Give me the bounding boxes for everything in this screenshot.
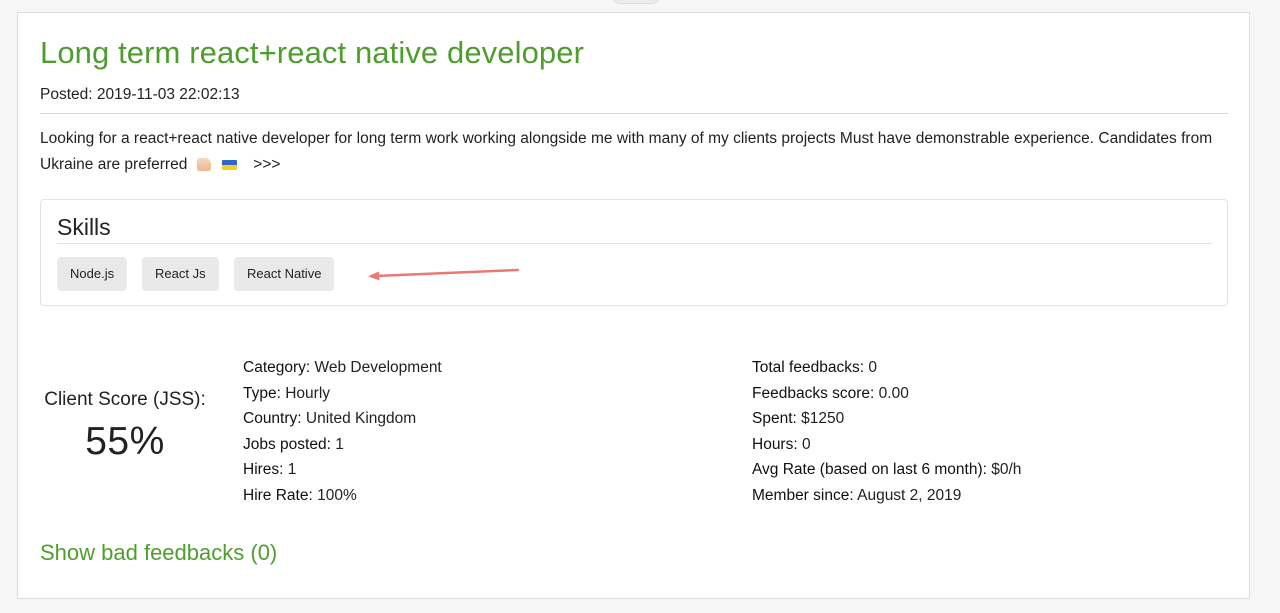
job-title[interactable]: Long term react+react native developer [40,35,584,71]
skill-chip-react-js[interactable]: React Js [142,257,219,291]
annotation-arrow-icon [368,268,520,281]
detail-key: Member since: [752,486,854,504]
client-score-value: 55% [85,420,165,463]
detail-row-jobs-posted: Jobs posted: 1 [243,432,442,458]
ukraine-flag-icon [221,160,237,170]
detail-key: Spent: [752,410,797,428]
detail-row-type: Type: Hourly [243,381,442,407]
posted-date: Posted: 2019-11-03 22:02:13 [40,86,240,103]
thumbs-up-icon [196,158,211,171]
detail-row-total-feedbacks: Total feedbacks: 0 [752,355,1021,381]
skill-chip-react-native[interactable]: React Native [234,257,335,291]
client-details-left: Category: Web Development Type: Hourly C… [243,355,442,509]
detail-value: Web Development [314,359,442,376]
detail-value: 0.00 [878,384,909,402]
read-more-link[interactable]: >>> [253,156,280,173]
detail-key: Category: [243,359,311,376]
skills-section: Skills Node.js React Js React Native [40,199,1228,306]
detail-value: Hourly [285,384,331,402]
detail-row-feedbacks-score: Feedbacks score: 0.00 [752,381,1021,407]
skill-chip-nodejs[interactable]: Node.js [57,257,128,291]
client-score-label: Client Score (JSS): [44,389,206,410]
skills-heading: Skills [57,214,111,240]
detail-key: Hours: [752,435,798,453]
detail-value: 1 [335,435,344,453]
job-description-text: Looking for a react+react native develop… [40,130,1213,173]
detail-value: $0/h [991,461,1022,479]
job-card: Long term react+react native developer P… [17,12,1250,599]
top-tab [612,0,660,4]
show-bad-feedbacks-link[interactable]: Show bad feedbacks (0) [40,540,277,566]
detail-row-hours: Hours: 0 [752,432,1021,458]
detail-value: 0 [868,359,877,376]
detail-value: August 2, 2019 [857,486,962,504]
detail-row-category: Category: Web Development [243,355,442,381]
detail-row-spent: Spent: $1250 [752,406,1021,432]
detail-key: Feedbacks score: [752,384,875,402]
detail-value: United Kingdom [305,410,417,428]
detail-key: Total feedbacks: [752,359,865,376]
detail-key: Hire Rate: [243,486,313,504]
skills-divider [57,243,1212,244]
detail-key: Hires: [243,461,284,479]
detail-value: 100% [317,486,357,504]
detail-row-hire-rate: Hire Rate: 100% [243,483,442,509]
detail-row-member-since: Member since: August 2, 2019 [752,483,1021,509]
detail-key: Type: [243,384,281,402]
detail-row-avg-rate: Avg Rate (based on last 6 month): $0/h [752,457,1021,483]
detail-value: $1250 [801,410,845,428]
client-details-right: Total feedbacks: 0 Feedbacks score: 0.00… [752,355,1021,509]
detail-row-country: Country: United Kingdom [243,406,442,432]
detail-row-hires: Hires: 1 [243,457,442,483]
detail-key: Jobs posted: [243,435,331,453]
detail-value: 1 [287,461,297,479]
detail-key: Avg Rate (based on last 6 month): [752,461,987,479]
job-description: Looking for a react+react native develop… [40,126,1230,178]
title-divider [40,113,1228,114]
detail-key: Country: [243,410,302,428]
detail-value: 0 [801,435,811,453]
